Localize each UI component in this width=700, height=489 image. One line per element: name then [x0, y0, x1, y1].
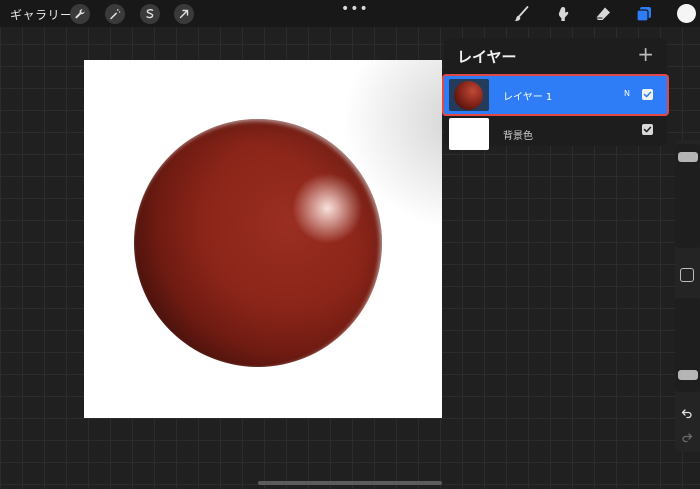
- opacity-knob[interactable]: [678, 370, 698, 380]
- modify-button[interactable]: [680, 268, 694, 282]
- home-indicator: [258, 481, 442, 485]
- magic-wand-icon[interactable]: [105, 4, 125, 24]
- gallery-button[interactable]: ギャラリー: [10, 6, 73, 23]
- background-color-swatch: [449, 118, 489, 150]
- eraser-icon[interactable]: [592, 3, 614, 25]
- visibility-checkbox[interactable]: [642, 89, 653, 100]
- opacity-slider[interactable]: [675, 298, 700, 392]
- smudge-icon[interactable]: [552, 3, 574, 25]
- redo-icon[interactable]: [680, 430, 694, 444]
- transform-arrow-icon[interactable]: [174, 4, 194, 24]
- wrench-icon[interactable]: [70, 4, 90, 24]
- blend-mode-button[interactable]: N: [624, 89, 630, 98]
- layers-panel: レイヤー + レイヤー 1 N 背景色: [444, 38, 667, 150]
- layer-name: レイヤー 1: [503, 92, 553, 103]
- layer-thumbnail: [449, 79, 489, 111]
- selection-icon[interactable]: [140, 4, 160, 24]
- brush-icon[interactable]: [510, 3, 532, 25]
- layer-row-1[interactable]: レイヤー 1 N: [444, 76, 667, 114]
- painted-sphere: [134, 119, 382, 367]
- thumbnail-sphere: [454, 81, 483, 110]
- top-toolbar: ギャラリー •••: [0, 0, 700, 27]
- layer-row-background[interactable]: 背景色: [444, 115, 667, 153]
- visibility-checkbox[interactable]: [642, 124, 653, 135]
- color-picker-button[interactable]: [677, 4, 696, 23]
- more-options-button[interactable]: •••: [341, 1, 369, 17]
- drawing-canvas[interactable]: [84, 60, 442, 418]
- brush-size-slider[interactable]: [675, 144, 700, 248]
- undo-icon[interactable]: [680, 406, 694, 420]
- layer-name: 背景色: [503, 131, 533, 142]
- sphere-shading: [134, 119, 382, 367]
- layers-icon[interactable]: [633, 3, 655, 25]
- brush-size-knob[interactable]: [678, 152, 698, 162]
- left-sidebar-controls: [675, 140, 700, 452]
- panel-title: レイヤー: [457, 48, 517, 66]
- add-layer-button[interactable]: +: [637, 42, 654, 66]
